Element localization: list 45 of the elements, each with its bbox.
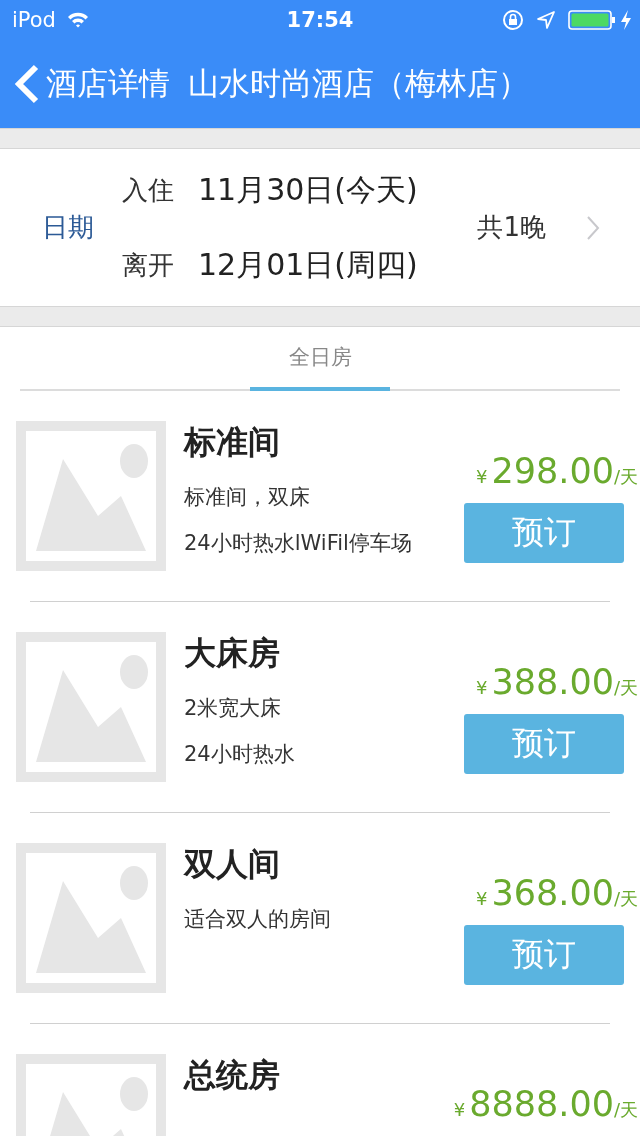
check-out-label: 离开 [122,248,174,282]
check-in-date: 11月30日(今天) [198,170,418,209]
currency-symbol: ¥ [476,888,488,909]
check-out-date: 12月01日(周四) [198,245,418,284]
price-unit: /天 [613,1099,638,1122]
book-button[interactable]: 预订 [464,925,624,985]
price-unit: /天 [613,677,638,700]
room-description: 2米宽大床 [184,695,283,722]
currency-symbol: ¥ [453,1099,466,1120]
book-button[interactable]: 预订 [464,714,624,774]
room-price: 298.00 [491,451,614,491]
room-name: 双人间 [184,844,281,885]
rotation-lock-icon [502,9,524,31]
nights-count: 共1晚 [477,211,546,244]
room-description: 24小时热水lWiFil停车场 [184,530,413,557]
room-name: 标准间 [184,422,281,463]
image-placeholder-icon [16,421,166,571]
room-description: 适合双人的房间 [184,906,332,933]
charging-bolt-icon [620,9,632,31]
currency-symbol: ¥ [476,466,488,487]
date-selector[interactable]: 日期 入住 11月30日(今天) 离开 12月01日(周四) 共1晚 [0,149,640,306]
room-description: 标准间，双床 [184,484,311,511]
room-price: 368.00 [491,873,614,913]
price-unit: /天 [613,466,638,489]
room-name: 总统房 [184,1055,281,1096]
image-placeholder-icon [16,632,166,782]
chevron-right-icon [586,214,600,241]
carrier-label: iPod [12,8,56,32]
back-button[interactable]: 酒店详情 [14,63,170,105]
location-arrow-icon [536,10,556,30]
room-description: 24小时热水 [184,741,296,768]
image-placeholder-icon [16,843,166,993]
battery-icon [568,9,616,31]
room-price: 8888.00 [469,1084,614,1124]
page-title: 山水时尚酒店（梅林店） [188,64,529,103]
back-chevron-icon [14,64,40,104]
book-button[interactable]: 预订 [464,503,624,563]
currency-symbol: ¥ [476,677,488,698]
date-label: 日期 [42,211,95,244]
status-time: 17:54 [286,8,354,32]
check-in-label: 入住 [122,173,174,207]
room-name: 大床房 [184,633,281,674]
price-unit: /天 [613,888,638,911]
room-type-tab[interactable]: 全日房 [250,327,390,391]
room-price: 388.00 [491,662,614,702]
